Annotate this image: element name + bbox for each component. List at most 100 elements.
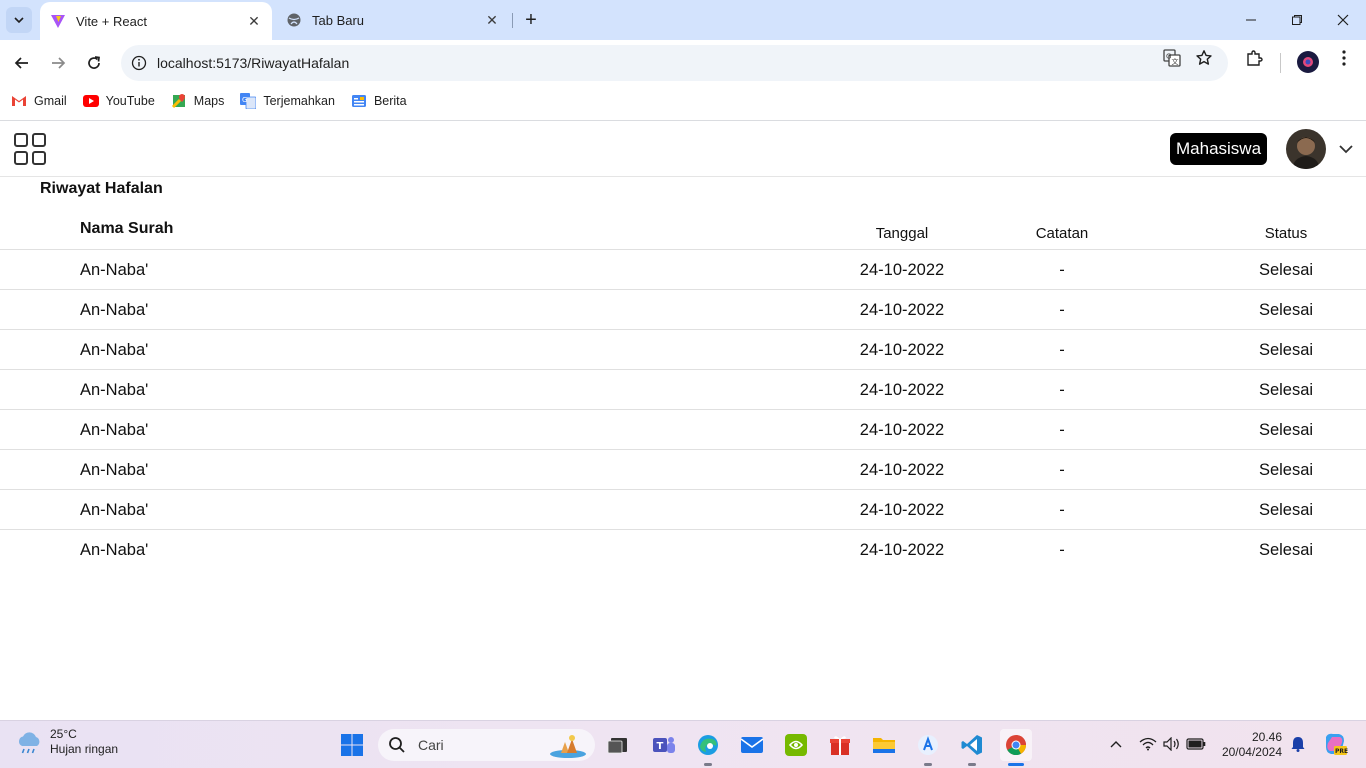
- clock-date: 20/04/2024: [1221, 745, 1282, 759]
- cell-status: Selesai: [1258, 541, 1314, 559]
- profile-avatar-icon[interactable]: [1297, 51, 1319, 73]
- arrow-right-icon: [52, 57, 66, 69]
- edge-icon[interactable]: [692, 729, 724, 761]
- reload-icon: [88, 56, 100, 69]
- clock-time: 20.46: [1251, 730, 1282, 744]
- rain-cloud-icon: [18, 732, 40, 754]
- table-row: An-Naba' 24-10-2022 - Selesai: [0, 250, 1366, 290]
- close-window-button[interactable]: [1320, 0, 1366, 40]
- task-view-icon[interactable]: [602, 729, 634, 761]
- gift-icon[interactable]: [824, 729, 856, 761]
- minimize-button[interactable]: [1228, 0, 1274, 40]
- close-tab-icon[interactable]: ✕: [246, 13, 262, 29]
- app-running-indicator: [924, 763, 932, 766]
- cell-catatan: -: [1059, 261, 1065, 279]
- volume-icon[interactable]: [1161, 733, 1183, 755]
- tab-title: Tab Baru: [312, 12, 365, 28]
- table-header: Nama Surah Tanggal Catatan Status: [0, 210, 1366, 250]
- wifi-icon[interactable]: [1137, 733, 1159, 755]
- account-dropdown-chevron-icon[interactable]: [1336, 139, 1356, 159]
- close-icon: [1337, 14, 1349, 26]
- vscode-running-indicator: [968, 763, 976, 766]
- chrome-active-indicator: [1008, 763, 1024, 766]
- cell-catatan: -: [1059, 421, 1065, 439]
- header-nama-surah: Nama Surah: [80, 220, 174, 237]
- role-badge: Mahasiswa: [1170, 133, 1268, 165]
- url-text: localhost:5173/RiwayatHafalan: [157, 55, 349, 71]
- avatar[interactable]: [1286, 129, 1326, 169]
- bookmark-maps[interactable]: Maps: [171, 93, 224, 109]
- menu-kebab-icon[interactable]: [1334, 48, 1354, 68]
- app-store-icon[interactable]: [912, 729, 944, 761]
- gmail-icon: [11, 93, 27, 109]
- url-host: localhost:5173: [157, 55, 248, 71]
- forward-button[interactable]: [44, 49, 72, 77]
- cell-status: Selesai: [1258, 461, 1314, 479]
- svg-text:G: G: [242, 96, 247, 104]
- cell-nama-surah: An-Naba': [80, 341, 149, 359]
- extensions-icon[interactable]: [1244, 48, 1264, 68]
- battery-icon[interactable]: [1185, 733, 1207, 755]
- tab-search-button[interactable]: [6, 7, 32, 33]
- vite-logo-icon: [50, 13, 66, 29]
- tab-vite-react[interactable]: Vite + React ✕: [40, 2, 272, 40]
- new-tab-button[interactable]: +: [520, 9, 542, 31]
- restore-button[interactable]: [1274, 0, 1320, 40]
- back-button[interactable]: [8, 49, 36, 77]
- tray-chevron-up-icon[interactable]: [1105, 733, 1127, 755]
- svg-text:T: T: [657, 741, 664, 752]
- mail-icon[interactable]: [736, 729, 768, 761]
- tab-separator: [512, 13, 513, 28]
- table-row: An-Naba' 24-10-2022 - Selesai: [0, 370, 1366, 410]
- cell-tanggal: 24-10-2022: [859, 501, 945, 519]
- header-status: Status: [1264, 225, 1308, 242]
- grid-menu-icon[interactable]: [13, 132, 47, 166]
- url-path: /RiwayatHafalan: [247, 55, 350, 71]
- search-icon: [389, 737, 405, 753]
- bookmark-berita[interactable]: Berita: [351, 93, 407, 109]
- bookmark-label: Gmail: [34, 94, 67, 108]
- google-news-icon: [351, 93, 367, 109]
- start-button[interactable]: [336, 729, 368, 761]
- weather-widget[interactable]: 25°C Hujan ringan: [14, 727, 118, 757]
- header-catatan: Catatan: [1035, 225, 1089, 242]
- restore-icon: [1292, 15, 1302, 25]
- bookmark-gmail[interactable]: Gmail: [11, 93, 67, 109]
- taskbar-search[interactable]: Cari: [378, 729, 595, 761]
- address-bar[interactable]: localhost:5173/RiwayatHafalan: [121, 45, 1228, 81]
- notification-bell-icon[interactable]: [1287, 733, 1309, 755]
- file-explorer-icon[interactable]: [868, 729, 900, 761]
- nvidia-icon[interactable]: [780, 729, 812, 761]
- taskbar-clock[interactable]: 20.46 20/04/2024: [1216, 730, 1282, 760]
- windows-logo-icon: [341, 734, 363, 756]
- copilot-icon[interactable]: PRE: [1322, 731, 1348, 757]
- svg-text:文: 文: [1172, 57, 1179, 66]
- site-info-icon[interactable]: [129, 53, 149, 73]
- cell-nama-surah: An-Naba': [80, 301, 149, 319]
- edge-running-indicator: [704, 763, 712, 766]
- cell-catatan: -: [1059, 461, 1065, 479]
- youtube-icon: [82, 93, 99, 109]
- cell-status: Selesai: [1258, 381, 1314, 399]
- translate-icon[interactable]: G文: [1162, 48, 1182, 68]
- weather-temp: 25°C: [50, 727, 77, 741]
- close-tab-icon[interactable]: ✕: [484, 12, 500, 28]
- reload-button[interactable]: [80, 49, 108, 77]
- tab-new-tab[interactable]: Tab Baru ✕: [278, 0, 510, 40]
- bookmark-star-icon[interactable]: [1194, 48, 1214, 68]
- search-placeholder: Cari: [418, 737, 444, 753]
- bookmark-youtube[interactable]: YouTube: [82, 93, 155, 109]
- cell-nama-surah: An-Naba': [80, 501, 149, 519]
- bookmark-translate[interactable]: G Terjemahkan: [240, 93, 335, 109]
- cell-catatan: -: [1059, 301, 1065, 319]
- maps-icon: [171, 93, 187, 109]
- cell-tanggal: 24-10-2022: [859, 461, 945, 479]
- table-row: An-Naba' 24-10-2022 - Selesai: [0, 490, 1366, 530]
- cell-catatan: -: [1059, 501, 1065, 519]
- table-row: An-Naba' 24-10-2022 - Selesai: [0, 450, 1366, 490]
- cell-status: Selesai: [1258, 501, 1314, 519]
- vscode-icon[interactable]: [956, 729, 988, 761]
- teams-icon[interactable]: T: [648, 729, 680, 761]
- chrome-icon[interactable]: [1000, 729, 1032, 761]
- tab-title: Vite + React: [76, 13, 147, 29]
